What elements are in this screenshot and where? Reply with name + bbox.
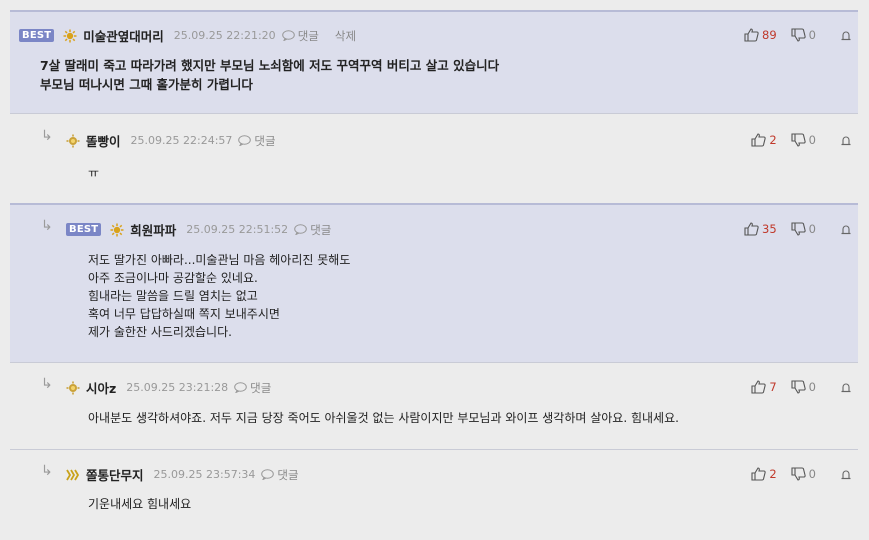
siren-icon [841,470,851,480]
thumbs-down-icon [791,222,806,236]
thumbs-up-icon [751,467,767,481]
reply-label: 댓글 [254,133,276,148]
comment-line: 7살 딸래미 죽고 따라가려 했지만 부모님 노쇠함에 저도 꾸역꾸역 버티고 … [40,58,500,73]
siren-icon [841,225,851,235]
report-button[interactable] [840,223,852,235]
upvote-button[interactable]: 35 [744,222,777,236]
comment-text: ㅠ [88,164,99,182]
reply-label: 댓글 [277,467,299,482]
siren-icon [841,31,851,41]
comment-line: 아내분도 생각하셔야죠. 저두 지금 당장 죽어도 아쉬울것 없는 사람이지만 … [88,411,679,425]
timestamp: 25.09.25 23:57:34 [153,468,256,481]
downvote-button[interactable]: 0 [791,467,816,481]
comment-text: 기운내세요 힘내세요 [88,495,191,513]
thumbs-up-icon [751,380,767,394]
reply-arrow-icon: ↳ [41,218,53,234]
thumbs-up-icon [744,28,759,42]
level-icon [66,381,80,394]
speech-bubble-icon [238,135,252,146]
comment-reply: ↳ 쫄통단무지 25.09.25 23:57:34 댓글 2 0 기운내세요 힘… [10,449,858,540]
timestamp: 25.09.25 23:21:28 [126,381,229,394]
timestamp: 25.09.25 22:51:52 [186,223,289,236]
reply-label: 댓글 [297,28,319,43]
downvote-button[interactable]: 0 [791,133,816,147]
thumbs-up-icon [751,133,767,147]
thumbs-down-icon [791,380,806,394]
thumbs-down-icon [791,133,806,147]
reply-button[interactable]: 댓글 [261,467,299,483]
downvote-button[interactable]: 0 [791,28,816,42]
comment-reply: ↳ 똘빵이 25.09.25 22:24:57 댓글 2 0 ㅠ [10,113,858,203]
speech-bubble-icon [234,382,247,393]
comment-line: 힘내라는 말씀을 드릴 염치는 없고 [88,289,258,303]
downvote-count: 0 [808,133,816,147]
speech-bubble-icon [281,30,295,41]
siren-icon [841,383,851,393]
comment-line: 부모님 떠나시면 그때 홀가분히 가렵니다 [40,77,253,92]
upvote-count: 35 [762,222,777,236]
upvote-count: 89 [762,28,777,42]
comment-reply: ↳ 시아z 25.09.25 23:21:28 댓글 7 0 아내분도 생각하셔… [10,362,858,449]
level-icon [66,134,80,147]
reply-button[interactable]: 댓글 [234,380,271,396]
upvote-button[interactable]: 7 [751,380,777,394]
downvote-count: 0 [808,28,816,42]
reply-label: 댓글 [250,380,272,395]
upvote-count: 7 [769,380,777,394]
speech-bubble-icon [294,224,307,235]
nickname[interactable]: 똘빵이 [86,131,121,150]
report-button[interactable] [840,468,852,480]
comment-line: 아주 조금이나마 공감할순 있네요. [88,271,258,285]
comment-line: 기운내세요 힘내세요 [88,497,192,511]
report-button[interactable] [840,29,852,41]
comment-line: ㅠ [88,166,100,180]
comment-line: 저도 딸가진 아빠라...미술관님 마음 헤아리진 못해도 [88,253,351,267]
comment-line: 혹여 너무 답답하실때 쪽지 보내주시면 [88,307,280,321]
comment-text: 저도 딸가진 아빠라...미술관님 마음 헤아리진 못해도 아주 조금이나마 공… [88,251,350,341]
nickname[interactable]: 시아z [86,378,116,397]
timestamp: 25.09.25 22:21:20 [173,29,276,42]
thumbs-down-icon [791,28,806,42]
report-button[interactable] [840,381,852,393]
upvote-button[interactable]: 89 [744,28,777,42]
upvote-count: 2 [769,133,777,147]
thumbs-down-icon [791,467,806,481]
nickname[interactable]: 희원파파 [130,220,176,239]
upvote-button[interactable]: 2 [751,467,777,481]
reply-label: 댓글 [310,222,332,237]
level-icon [63,29,77,42]
report-button[interactable] [840,134,852,146]
downvote-count: 0 [808,222,816,236]
upvote-button[interactable]: 2 [751,133,777,147]
upvote-count: 2 [769,467,777,481]
siren-icon [841,136,851,146]
level-icon [110,223,124,236]
reply-arrow-icon: ↳ [41,376,53,392]
speech-bubble-icon [261,469,275,480]
reply-arrow-icon: ↳ [41,128,53,144]
reply-button[interactable]: 댓글 [281,28,319,44]
best-badge: BEST [19,29,55,42]
thumbs-up-icon [744,222,759,236]
downvote-button[interactable]: 0 [791,222,816,236]
reply-button[interactable]: 댓글 [294,222,331,238]
downvote-count: 0 [808,467,816,481]
reply-arrow-icon: ↳ [41,463,53,479]
downvote-button[interactable]: 0 [791,380,816,394]
reply-button[interactable]: 댓글 [238,133,276,149]
nickname[interactable]: 쫄통단무지 [86,465,144,484]
comment-text: 7살 딸래미 죽고 따라가려 했지만 부모님 노쇠함에 저도 꾸역꾸역 버티고 … [40,56,499,94]
comment-best: ↳ BEST 희원파파 25.09.25 22:51:52 댓글 35 0 저도… [10,203,858,362]
timestamp: 25.09.25 22:24:57 [130,134,233,147]
comment-text: 아내분도 생각하셔야죠. 저두 지금 당장 죽어도 아쉬울것 없는 사람이지만 … [88,409,679,427]
best-badge: BEST [66,223,102,236]
delete-button[interactable]: 삭제 [335,28,356,44]
comment-list: BEST 미술관옆대머리 25.09.25 22:21:20 댓글 삭제 89 … [10,10,858,540]
comment-line: 제가 술한잔 사드리겠습니다. [88,325,232,339]
downvote-count: 0 [808,380,816,394]
comment-best: BEST 미술관옆대머리 25.09.25 22:21:20 댓글 삭제 89 … [10,10,858,113]
nickname[interactable]: 미술관옆대머리 [83,26,164,45]
level-icon [66,469,80,480]
